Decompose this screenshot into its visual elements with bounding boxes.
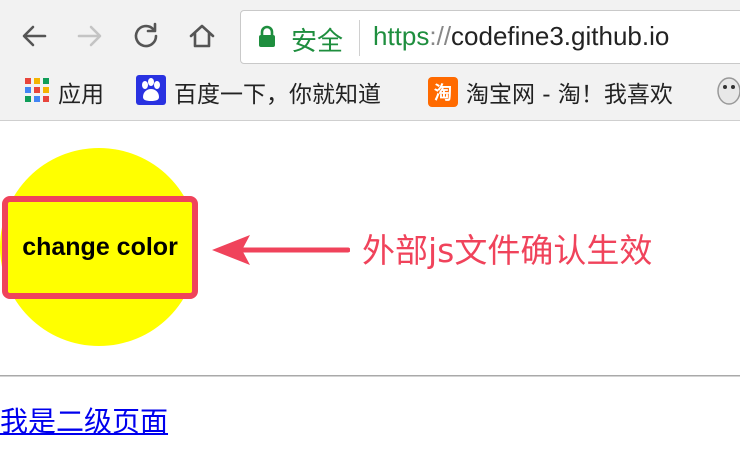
- url-host: codefine3.github.io: [451, 21, 670, 51]
- taobao-icon-char: 淘: [434, 83, 452, 104]
- home-button[interactable]: [184, 18, 220, 54]
- secure-label: 安全: [291, 27, 344, 57]
- reload-icon: [131, 21, 161, 51]
- browser-toolbar: 安全 https://codefine3.github.io 应用 百度一下，你…: [0, 0, 740, 121]
- address-bar[interactable]: 安全 https://codefine3.github.io: [240, 10, 740, 64]
- back-button[interactable]: [16, 18, 52, 54]
- bookmarks-bar: 应用 百度一下，你就知道 淘 淘宝网 - 淘！我喜欢: [0, 70, 740, 114]
- bookmark-label: 应用: [58, 82, 104, 108]
- taobao-icon: 淘: [428, 77, 458, 107]
- omnibox-divider: [359, 20, 360, 56]
- bookmark-label: 百度一下，你就知道: [174, 82, 381, 108]
- bookmark-baidu[interactable]: 百度一下，你就知道: [136, 75, 381, 109]
- reload-button[interactable]: [128, 18, 164, 54]
- lock-icon: [257, 25, 277, 53]
- url-scheme: https: [373, 21, 430, 51]
- divider: [0, 375, 740, 377]
- forward-arrow-icon: [76, 22, 104, 50]
- secondary-page-link[interactable]: 我是二级页面: [0, 400, 168, 440]
- url-separator: ://: [429, 21, 452, 51]
- forward-button[interactable]: [72, 18, 108, 54]
- change-color-button[interactable]: change color: [2, 196, 198, 299]
- bookmark-taobao[interactable]: 淘 淘宝网 - 淘！我喜欢: [428, 76, 673, 108]
- penguin-icon: [716, 75, 740, 109]
- annotation-arrow-icon: [210, 230, 351, 274]
- bookmark-overflow[interactable]: [716, 76, 740, 108]
- apps-grid-icon: [24, 77, 50, 107]
- baidu-paw-icon: [136, 75, 166, 109]
- home-icon: [188, 22, 216, 50]
- back-arrow-icon: [20, 22, 48, 50]
- bookmark-apps[interactable]: 应用: [24, 76, 104, 108]
- url-text[interactable]: https://codefine3.github.io: [373, 21, 669, 52]
- annotation-text: 外部js文件确认生效: [362, 231, 653, 270]
- bookmark-label: 淘宝网 - 淘！我喜欢: [466, 82, 673, 108]
